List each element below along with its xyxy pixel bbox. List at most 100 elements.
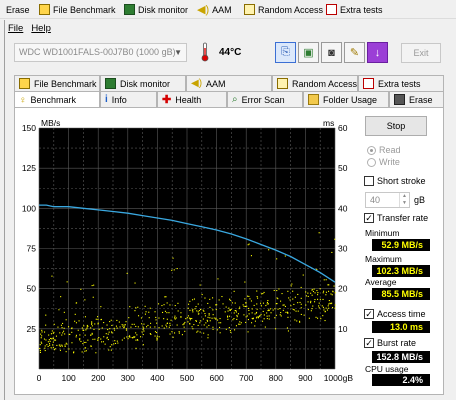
tab-aam[interactable]: ◀) AAM <box>186 75 272 91</box>
access-time-point <box>83 341 85 343</box>
top-aam-button[interactable]: ◀) AAM <box>193 2 236 17</box>
access-time-point <box>305 291 307 293</box>
menu-file[interactable]: File <box>8 23 23 36</box>
menu-help[interactable]: Help <box>31 23 51 36</box>
tab-disk-monitor[interactable]: Disk monitor <box>100 75 186 91</box>
copy-text-button[interactable]: ⎘ <box>275 42 296 63</box>
access-time-point <box>127 338 129 340</box>
tab-file-benchmark[interactable]: File Benchmark <box>14 75 100 91</box>
top-erase-button[interactable]: Erase <box>2 2 34 17</box>
access-time-point <box>47 341 49 343</box>
access-time-point <box>100 318 102 320</box>
access-time-point <box>317 317 319 319</box>
access-time-point <box>75 336 77 338</box>
access-time-point <box>192 311 194 313</box>
spinner-arrows-icon[interactable]: ▲ ▼ <box>399 193 409 207</box>
access-time-point <box>289 299 291 301</box>
access-time-point <box>171 331 173 333</box>
short-stroke-input[interactable]: 40 ▲ ▼ <box>365 192 410 208</box>
access-time-point <box>80 340 82 342</box>
tab-info[interactable]: i Info <box>100 91 157 107</box>
access-time-point <box>267 300 269 302</box>
access-time-point <box>125 328 127 330</box>
access-time-point <box>239 306 241 308</box>
access-time-point <box>162 311 164 313</box>
access-time-point <box>233 290 235 292</box>
access-time-point <box>328 303 330 305</box>
access-time-point <box>84 316 86 318</box>
access-time-point <box>183 323 185 325</box>
access-time-point <box>39 350 41 352</box>
access-time-point <box>142 344 144 346</box>
tab-extra-tests[interactable]: Extra tests <box>358 75 444 91</box>
access-time-point <box>125 329 127 331</box>
top-disk-monitor-button[interactable]: Disk monitor <box>120 2 192 17</box>
access-time-point <box>184 321 186 323</box>
access-time-point <box>225 328 227 330</box>
access-time-point <box>328 300 330 302</box>
top-file-benchmark-button[interactable]: File Benchmark <box>35 2 120 17</box>
copy-bitmap-button[interactable]: ▣ <box>298 42 319 63</box>
access-time-point <box>330 293 332 295</box>
access-time-point <box>251 308 253 310</box>
access-time-point <box>64 345 66 347</box>
stop-button[interactable]: Stop <box>365 116 427 136</box>
access-time-point <box>268 318 270 320</box>
tab-benchmark[interactable]: ♀ Benchmark <box>14 91 100 108</box>
burst-rate-checkbox[interactable]: ✓ Burst rate <box>364 338 416 348</box>
access-time-point <box>242 304 244 306</box>
access-time-point <box>121 324 123 326</box>
write-radio[interactable]: Write <box>367 157 400 167</box>
access-time-point <box>122 325 124 327</box>
access-time-point <box>137 339 139 341</box>
access-time-point <box>276 290 278 292</box>
access-time-point <box>215 309 217 311</box>
access-time-point <box>93 284 95 286</box>
access-time-point <box>279 308 281 310</box>
save-button[interactable]: ↓ <box>367 42 388 63</box>
access-time-point <box>203 332 205 334</box>
transfer-rate-checkbox[interactable]: ✓ Transfer rate <box>364 213 428 223</box>
access-time-point <box>310 302 312 304</box>
short-stroke-checkbox[interactable]: Short stroke <box>364 176 426 186</box>
access-time-point <box>84 334 86 336</box>
access-time-point <box>49 344 51 346</box>
access-time-point <box>256 303 258 305</box>
erase-icon <box>394 94 405 105</box>
access-time-point <box>284 305 286 307</box>
side-panel: Stop Read Write Short stroke 40 ▲ ▼ gB ✓ … <box>361 113 439 395</box>
access-time-point <box>194 308 196 310</box>
tab-erase[interactable]: Erase <box>389 91 444 107</box>
read-radio[interactable]: Read <box>367 145 401 155</box>
access-time-point <box>61 345 63 347</box>
access-time-point <box>189 319 191 321</box>
access-time-point <box>182 324 184 326</box>
exit-button[interactable]: Exit <box>401 43 441 63</box>
drive-select[interactable]: WDC WD1001FALS-00J7B0 (1000 gB) ▼ <box>14 43 187 62</box>
tab-folder-usage[interactable]: Folder Usage <box>303 91 389 107</box>
access-time-point <box>73 351 75 353</box>
tab-health[interactable]: ✚ Health <box>157 91 227 107</box>
access-time-point <box>49 343 51 345</box>
access-time-point <box>111 344 113 346</box>
access-time-point <box>307 292 309 294</box>
top-random-access-button[interactable]: Random Access <box>240 2 327 17</box>
tab-error-scan[interactable]: ⌕ Error Scan <box>227 91 303 107</box>
access-time-point <box>39 344 41 346</box>
access-time-point <box>248 295 250 297</box>
access-time-point <box>319 288 321 290</box>
options-button[interactable]: ✎ <box>344 42 365 63</box>
access-time-point <box>126 272 128 274</box>
access-time-point <box>166 326 168 328</box>
access-time-point <box>61 334 63 336</box>
access-time-checkbox[interactable]: ✓ Access time <box>364 309 426 319</box>
access-time-point <box>64 333 66 335</box>
tab-random-access[interactable]: Random Access <box>272 75 358 91</box>
access-time-point <box>250 300 252 302</box>
top-extra-tests-button[interactable]: Extra tests <box>322 2 387 17</box>
access-time-point <box>269 308 271 310</box>
access-time-point <box>142 329 144 331</box>
screenshot-button[interactable]: ◙ <box>321 42 342 63</box>
access-time-point <box>91 285 93 287</box>
access-time-point <box>322 306 324 308</box>
